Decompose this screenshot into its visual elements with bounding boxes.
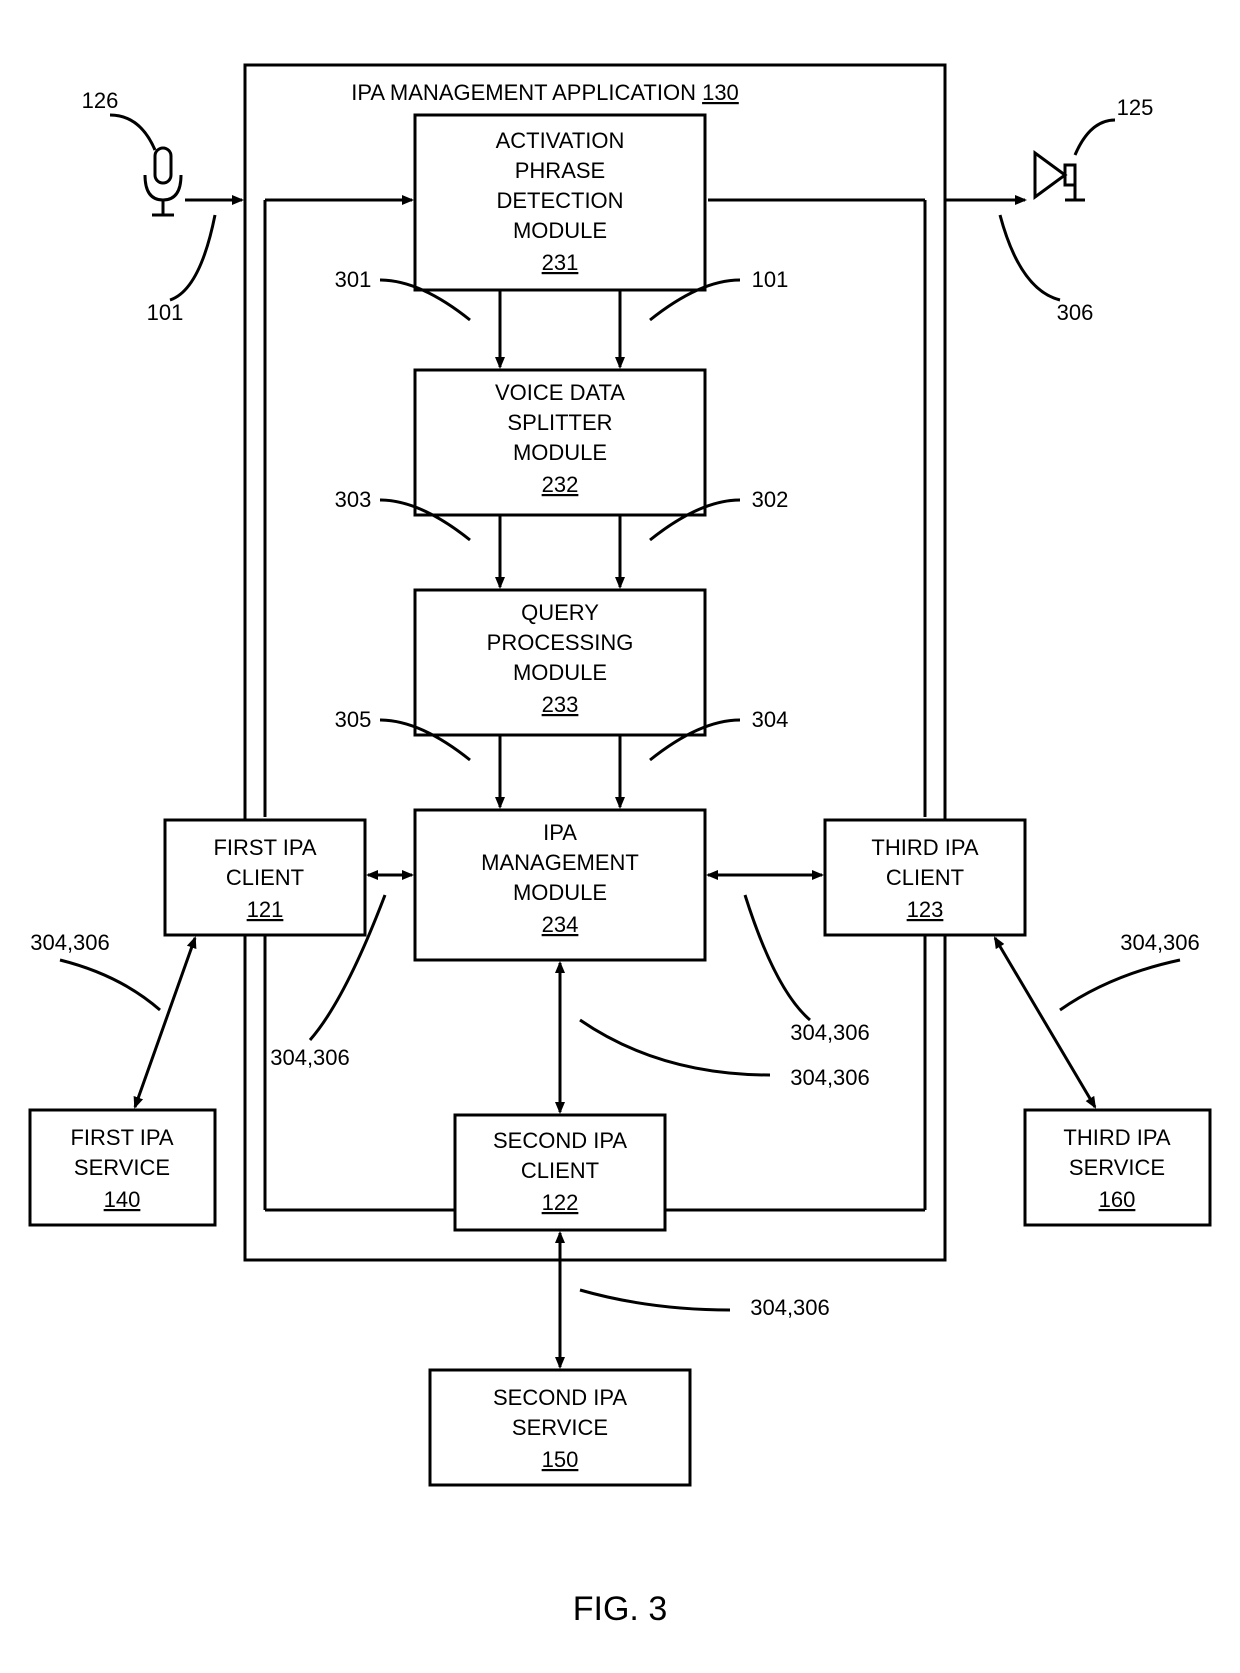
activation-l3: DETECTION bbox=[496, 188, 623, 213]
activation-l2: PHRASE bbox=[515, 158, 605, 183]
third-client-l1: THIRD IPA bbox=[871, 835, 978, 860]
mic-in-curve bbox=[170, 215, 215, 300]
third-client-ref: 123 bbox=[907, 897, 944, 922]
secondsvc-pair-label: 304,306 bbox=[750, 1295, 830, 1320]
second-client-l1: SECOND IPA bbox=[493, 1128, 627, 1153]
activation-l4: MODULE bbox=[513, 218, 607, 243]
firstclient-pair-label: 304,306 bbox=[270, 1045, 350, 1070]
second-client-ref: 122 bbox=[542, 1190, 579, 1215]
splitter-ref: 232 bbox=[542, 472, 579, 497]
query-l3: MODULE bbox=[513, 660, 607, 685]
splitter-l3: MODULE bbox=[513, 440, 607, 465]
curve-thirdsvc-pair bbox=[1060, 960, 1180, 1010]
second-client-l2: CLIENT bbox=[521, 1158, 599, 1183]
first-client-l1: FIRST IPA bbox=[213, 835, 316, 860]
query-ref: 233 bbox=[542, 692, 579, 717]
speaker-in-label: 306 bbox=[1057, 300, 1094, 325]
query-l1: QUERY bbox=[521, 600, 599, 625]
first-client-ref: 121 bbox=[247, 897, 284, 922]
splitter-l1: VOICE DATA bbox=[495, 380, 625, 405]
app-title: IPA MANAGEMENT APPLICATION 130 bbox=[351, 80, 739, 105]
mgmt-l2: MANAGEMENT bbox=[481, 850, 639, 875]
firstclient-service-arrow bbox=[135, 938, 195, 1107]
mic-label: 126 bbox=[82, 88, 119, 113]
second-service-l2: SERVICE bbox=[512, 1415, 608, 1440]
third-client-l2: CLIENT bbox=[886, 865, 964, 890]
mgmt-ref: 234 bbox=[542, 912, 579, 937]
second-service-ref: 150 bbox=[542, 1447, 579, 1472]
speaker-icon bbox=[1035, 153, 1085, 200]
microphone-icon bbox=[145, 148, 181, 215]
activation-ref: 231 bbox=[542, 250, 579, 275]
label-304: 304 bbox=[752, 707, 789, 732]
third-service-ref: 160 bbox=[1099, 1187, 1136, 1212]
thirdsvc-pair-label: 304,306 bbox=[1120, 930, 1200, 955]
mic-in-label: 101 bbox=[147, 300, 184, 325]
speaker-label-curve bbox=[1075, 120, 1115, 155]
label-301: 301 bbox=[335, 267, 372, 292]
secondclient-pair-label: 304,306 bbox=[790, 1065, 870, 1090]
first-service-ref: 140 bbox=[104, 1187, 141, 1212]
second-service-l1: SECOND IPA bbox=[493, 1385, 627, 1410]
thirdclient-service-arrow bbox=[995, 938, 1095, 1107]
firstsvc-pair-label: 304,306 bbox=[30, 930, 110, 955]
label-302: 302 bbox=[752, 487, 789, 512]
third-service-l2: SERVICE bbox=[1069, 1155, 1165, 1180]
first-client-l2: CLIENT bbox=[226, 865, 304, 890]
mic-label-curve bbox=[110, 115, 155, 150]
splitter-l2: SPLITTER bbox=[507, 410, 612, 435]
label-305: 305 bbox=[335, 707, 372, 732]
first-service-l1: FIRST IPA bbox=[70, 1125, 173, 1150]
figure-caption: FIG. 3 bbox=[573, 1590, 667, 1628]
mgmt-l1: IPA bbox=[543, 820, 577, 845]
query-l2: PROCESSING bbox=[487, 630, 634, 655]
thirdclient-pair-label: 304,306 bbox=[790, 1020, 870, 1045]
curve-secondsvc-pair bbox=[580, 1290, 730, 1310]
speaker-in-curve bbox=[1000, 215, 1060, 300]
label-101: 101 bbox=[752, 267, 789, 292]
curve-firstsvc-pair bbox=[60, 960, 160, 1010]
third-service-l1: THIRD IPA bbox=[1063, 1125, 1170, 1150]
speaker-label: 125 bbox=[1117, 95, 1154, 120]
activation-l1: ACTIVATION bbox=[496, 128, 625, 153]
mgmt-l3: MODULE bbox=[513, 880, 607, 905]
label-303: 303 bbox=[335, 487, 372, 512]
first-service-l2: SERVICE bbox=[74, 1155, 170, 1180]
